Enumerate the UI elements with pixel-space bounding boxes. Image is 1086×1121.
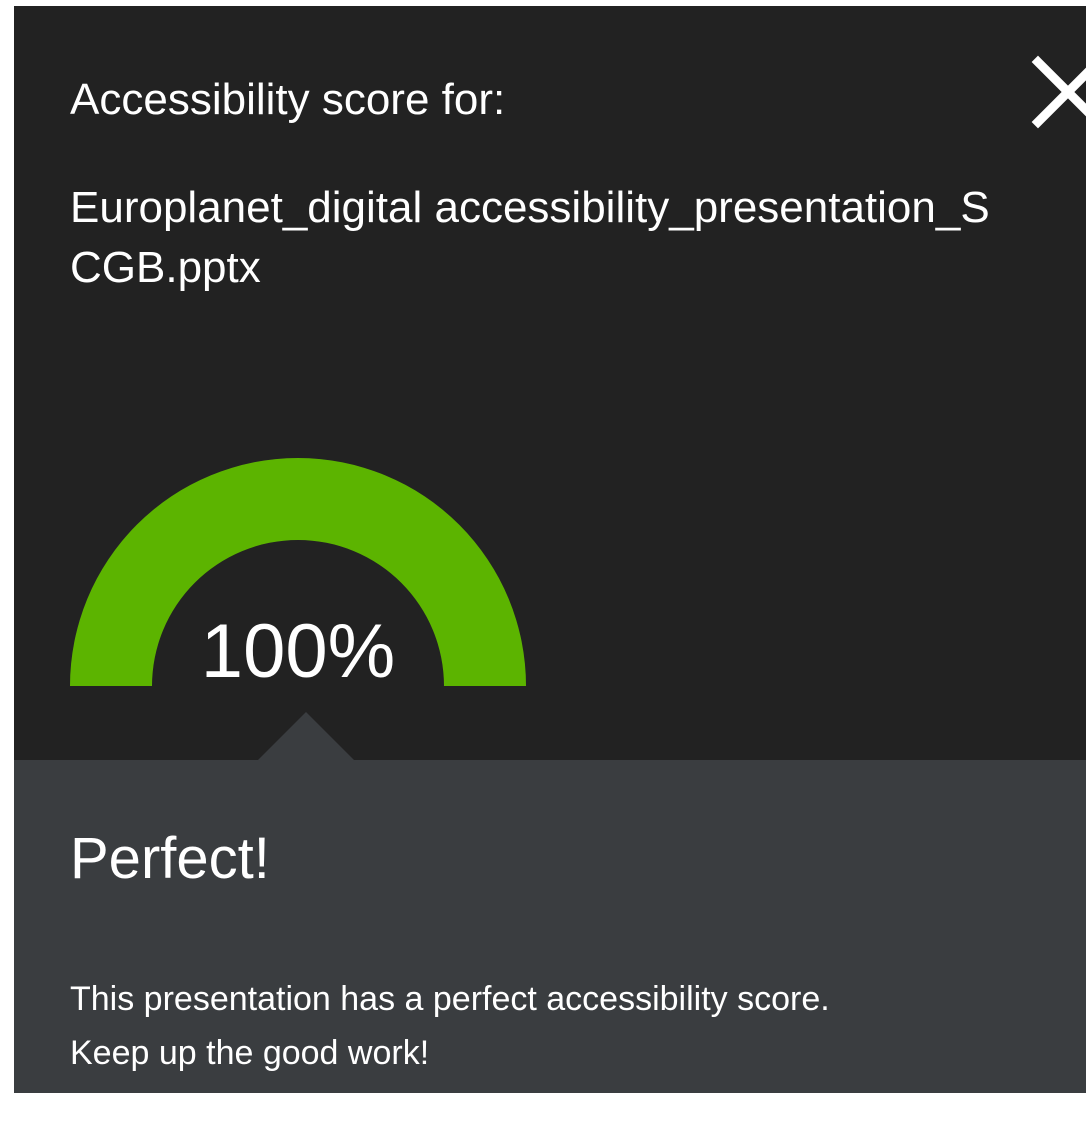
accessibility-score-dialog: Accessibility score for: Europlanet_digi… <box>14 6 1086 1093</box>
dialog-heading: Accessibility score for: <box>70 75 506 124</box>
close-button[interactable] <box>1028 52 1086 132</box>
result-message-line: This presentation has a perfect accessib… <box>70 980 830 1018</box>
score-percentage: 100% <box>200 609 396 694</box>
result-verdict: Perfect! <box>70 826 270 891</box>
result-message: This presentation has a perfect accessib… <box>70 972 1080 1080</box>
result-message-line: Keep up the good work! <box>70 1034 430 1072</box>
result-pointer <box>258 712 354 760</box>
score-header-section: Accessibility score for: Europlanet_digi… <box>14 6 1086 760</box>
close-icon <box>1031 55 1086 129</box>
file-name: Europlanet_digital accessibility_present… <box>70 183 990 292</box>
